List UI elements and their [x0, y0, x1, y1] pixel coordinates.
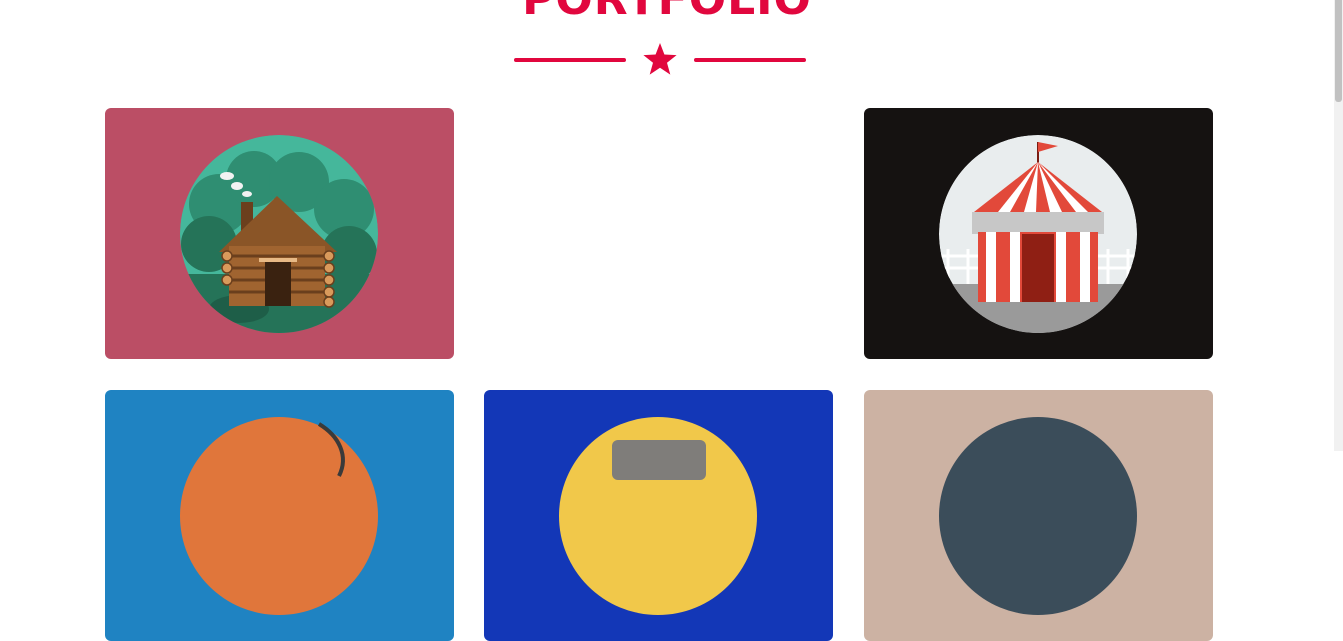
title-divider: [514, 42, 806, 78]
portfolio-item-safe[interactable]: [864, 390, 1213, 641]
game-controller-icon: [559, 417, 757, 615]
circus-tent-icon: [939, 135, 1137, 333]
log-cabin-icon: [180, 135, 378, 333]
safe-icon: [939, 417, 1137, 615]
basketball-icon: [180, 417, 378, 615]
page-scrollbar[interactable]: [1334, 0, 1343, 451]
scrollbar-thumb[interactable]: [1335, 0, 1342, 102]
divider-line-left: [514, 58, 626, 62]
divider-line-right: [694, 58, 806, 62]
portfolio-item-cabin[interactable]: [105, 108, 454, 359]
portfolio-item-cake[interactable]: [105, 390, 454, 641]
section-title: PORTFOLIO: [0, 0, 1334, 22]
star-icon: [643, 43, 677, 75]
portfolio-item-circus[interactable]: [864, 108, 1213, 359]
portfolio-item-game[interactable]: [484, 390, 833, 641]
